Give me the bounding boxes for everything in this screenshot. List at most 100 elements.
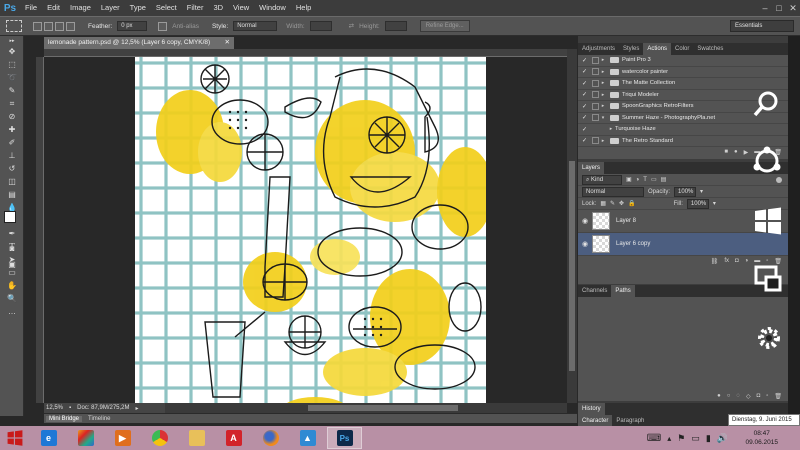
- clone-stamp-tool-icon[interactable]: ⊥: [0, 149, 24, 162]
- menu-filter[interactable]: Filter: [182, 0, 209, 16]
- antialias-checkbox[interactable]: [158, 21, 168, 31]
- stop-icon[interactable]: ■: [724, 149, 728, 155]
- tray-chevron-icon[interactable]: ▴: [667, 434, 671, 443]
- misc-tool-icon[interactable]: …: [0, 305, 24, 318]
- canvas-area[interactable]: [44, 57, 567, 403]
- dialog-toggle[interactable]: [592, 91, 599, 99]
- maximize-icon[interactable]: □: [772, 3, 786, 13]
- tab-swatches[interactable]: Swatches: [693, 43, 727, 55]
- history-brush-tool-icon[interactable]: ↺: [0, 162, 24, 175]
- taskbar-media-player[interactable]: ▶: [105, 427, 140, 449]
- dialog-toggle[interactable]: [592, 68, 599, 76]
- check-icon[interactable]: ✓: [582, 91, 588, 98]
- lock-all-icon[interactable]: 🔒: [628, 200, 635, 207]
- zoom-level[interactable]: 12,5%: [46, 405, 63, 411]
- add-selection-icon[interactable]: [44, 21, 53, 31]
- filter-smart-icon[interactable]: ▤: [661, 176, 667, 183]
- lasso-tool-icon[interactable]: ➰: [0, 71, 24, 84]
- blend-mode-select[interactable]: Normal: [582, 186, 644, 197]
- lock-pixels-icon[interactable]: ✎: [610, 200, 615, 207]
- zoom-tool-icon[interactable]: 🔍: [0, 292, 24, 305]
- healing-brush-tool-icon[interactable]: ✚: [0, 123, 24, 136]
- menu-window[interactable]: Window: [254, 0, 291, 16]
- network-icon[interactable]: ▮: [706, 433, 711, 444]
- taskbar-app-store[interactable]: [68, 427, 103, 449]
- minimize-icon[interactable]: –: [758, 3, 772, 13]
- vertical-scrollbar[interactable]: [567, 49, 577, 403]
- move-tool-icon[interactable]: ✥: [0, 45, 24, 58]
- devices-charm-icon[interactable]: [754, 265, 782, 298]
- fill-path-icon[interactable]: ●: [717, 393, 721, 399]
- layer-thumbnail[interactable]: [592, 235, 610, 253]
- add-mask-icon[interactable]: ◘: [757, 393, 761, 399]
- action-row[interactable]: ✓ ▸ Turquoise Haze: [578, 124, 788, 136]
- gradient-tool-icon[interactable]: ▤: [0, 188, 24, 201]
- expand-arrow-icon[interactable]: ▸: [607, 126, 615, 132]
- vertical-scroll-thumb[interactable]: [569, 161, 575, 371]
- layer-name[interactable]: Layer 6 copy: [616, 241, 650, 247]
- lock-position-icon[interactable]: ✥: [619, 200, 624, 207]
- fill-input[interactable]: 100%: [686, 198, 709, 209]
- artwork-canvas[interactable]: [135, 57, 493, 403]
- tab-adjustments[interactable]: Adjustments: [578, 43, 619, 55]
- menu-help[interactable]: Help: [291, 0, 316, 16]
- hand-tool-icon[interactable]: ✋: [0, 279, 24, 292]
- expand-arrow-icon[interactable]: ▸: [599, 103, 607, 109]
- status-menu-arrow-icon[interactable]: ▸: [136, 405, 139, 412]
- crop-tool-icon[interactable]: ⌗: [0, 97, 24, 110]
- check-icon[interactable]: ✓: [582, 114, 588, 121]
- play-icon[interactable]: ▶: [744, 149, 749, 156]
- foreground-color-swatch[interactable]: [4, 211, 16, 223]
- expand-arrow-icon[interactable]: ▸: [599, 57, 607, 63]
- layer-thumbnail[interactable]: [592, 212, 610, 230]
- expand-arrow-icon[interactable]: ▸: [599, 138, 607, 144]
- horizontal-scroll-thumb[interactable]: [308, 405, 458, 411]
- load-selection-icon[interactable]: ◌: [736, 393, 740, 399]
- tab-timeline[interactable]: Timeline: [88, 416, 110, 422]
- check-icon[interactable]: ✓: [582, 137, 588, 144]
- tab-paths[interactable]: Paths: [611, 285, 635, 297]
- taskbar-acrobat[interactable]: A: [216, 427, 251, 449]
- taskbar-clock[interactable]: 08:47 09.06.2015: [745, 429, 778, 447]
- tab-styles[interactable]: Styles: [619, 43, 643, 55]
- check-icon[interactable]: ✓: [582, 68, 588, 75]
- tab-history[interactable]: History: [578, 403, 605, 415]
- expand-arrow-icon[interactable]: ▸: [599, 92, 607, 98]
- fx-icon[interactable]: fx: [724, 258, 729, 264]
- menu-layer[interactable]: Layer: [96, 0, 125, 16]
- taskbar-firefox[interactable]: [253, 427, 288, 449]
- marquee-tool-preset-icon[interactable]: [6, 20, 22, 32]
- horizontal-scrollbar[interactable]: [165, 403, 567, 413]
- menu-select[interactable]: Select: [151, 0, 182, 16]
- menu-3d[interactable]: 3D: [208, 0, 228, 16]
- make-path-icon[interactable]: ◇: [746, 393, 751, 400]
- taskbar-photos[interactable]: ▲: [290, 427, 325, 449]
- action-set-row[interactable]: ✓ ▸ watercolor painter: [578, 67, 788, 78]
- dialog-toggle[interactable]: [592, 137, 599, 145]
- dialog-toggle[interactable]: [592, 56, 599, 64]
- check-icon[interactable]: ✓: [582, 80, 588, 87]
- flag-icon[interactable]: ⚑: [677, 433, 685, 444]
- doc-info[interactable]: Doc: 87,9M/275,2M: [77, 405, 129, 411]
- check-icon[interactable]: ✓: [582, 126, 588, 133]
- menu-type[interactable]: Type: [125, 0, 151, 16]
- filter-shape-icon[interactable]: ▭: [651, 176, 657, 183]
- dialog-toggle[interactable]: [592, 79, 599, 87]
- stroke-path-icon[interactable]: ○: [727, 393, 731, 399]
- delete-path-icon[interactable]: 🗑: [774, 393, 782, 400]
- color-swatches[interactable]: [4, 211, 24, 235]
- kind-filter-select[interactable]: ⌕ Kind: [582, 174, 622, 185]
- close-icon[interactable]: ✕: [786, 3, 800, 14]
- document-tab[interactable]: lemonade pattern.psd @ 12,5% (Layer 6 co…: [44, 37, 234, 49]
- expand-arrow-icon[interactable]: ▸: [599, 69, 607, 75]
- horizontal-ruler[interactable]: [44, 49, 567, 57]
- subtract-selection-icon[interactable]: [55, 21, 64, 31]
- tab-color[interactable]: Color: [671, 43, 693, 55]
- check-icon[interactable]: ✓: [582, 103, 588, 110]
- menu-edit[interactable]: Edit: [42, 0, 65, 16]
- menu-image[interactable]: Image: [65, 0, 96, 16]
- new-selection-icon[interactable]: [33, 21, 42, 31]
- layer-name[interactable]: Layer 8: [616, 218, 636, 224]
- lock-transparent-icon[interactable]: ▦: [600, 200, 606, 207]
- start-button[interactable]: [0, 426, 30, 450]
